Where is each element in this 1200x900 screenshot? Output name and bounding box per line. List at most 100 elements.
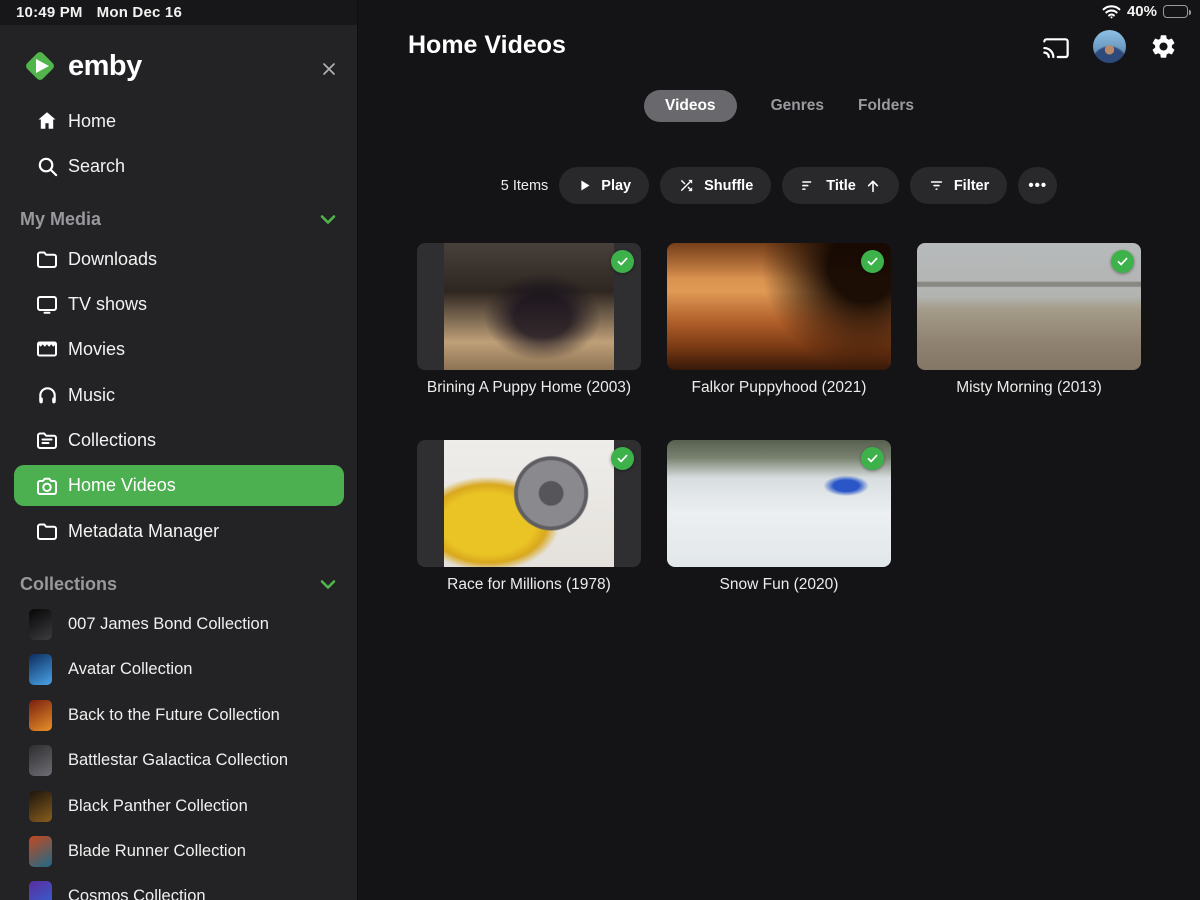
sidebar-item-home[interactable]: Home xyxy=(0,101,358,141)
sidebar-item-search[interactable]: Search xyxy=(0,146,358,186)
collection-item-007-james-bond[interactable]: 007 James Bond Collection xyxy=(0,604,358,644)
collection-poster-thumb xyxy=(29,609,52,640)
ellipsis-icon: ••• xyxy=(1028,177,1047,194)
close-sidebar-button[interactable] xyxy=(316,56,342,82)
sidebar-item-label: TV shows xyxy=(68,294,147,315)
video-card[interactable]: Brining A Puppy Home (2003) xyxy=(417,243,641,397)
collection-item-black-panther[interactable]: Black Panther Collection xyxy=(0,786,358,826)
video-thumbnail xyxy=(667,440,891,567)
section-header-my-media[interactable]: My Media xyxy=(0,201,358,237)
collection-poster-thumb xyxy=(29,791,52,822)
tab-folders[interactable]: Folders xyxy=(858,90,914,122)
watched-check-badge xyxy=(1111,250,1134,273)
shuffle-button[interactable]: Shuffle xyxy=(660,167,771,204)
sidebar-item-metadata-manager[interactable]: Metadata Manager xyxy=(0,511,358,551)
watched-check-badge xyxy=(861,447,884,470)
shuffle-label: Shuffle xyxy=(704,178,753,194)
collection-item-blade-runner[interactable]: Blade Runner Collection xyxy=(0,831,358,871)
watched-check-badge xyxy=(611,250,634,273)
video-thumbnail xyxy=(917,243,1141,370)
cast-icon xyxy=(1042,35,1070,59)
status-date: Mon Dec 16 xyxy=(97,4,182,21)
video-card[interactable]: Race for Millions (1978) xyxy=(417,440,641,594)
collection-poster-thumb xyxy=(29,836,52,867)
toolbar: 5 Items Play Shuffle Title Filter ••• xyxy=(358,167,1200,204)
filter-button[interactable]: Filter xyxy=(910,167,1007,204)
home-icon xyxy=(34,108,60,134)
collection-item-battlestar-galactica[interactable]: Battlestar Galactica Collection xyxy=(0,740,358,780)
tv-icon xyxy=(34,291,60,317)
collection-item-label: Battlestar Galactica Collection xyxy=(68,751,288,770)
collection-poster-thumb xyxy=(29,745,52,776)
emby-logo-text: emby xyxy=(68,50,142,83)
section-header-collections[interactable]: Collections xyxy=(0,566,358,602)
sidebar-item-label: Home xyxy=(68,111,116,132)
collection-item-label: 007 James Bond Collection xyxy=(68,615,269,634)
watched-check-badge xyxy=(861,250,884,273)
collection-item-label: Cosmos Collection xyxy=(68,887,206,900)
main-content: Home Videos Videos Genres Folders 5 Item… xyxy=(358,0,1200,900)
tab-genres[interactable]: Genres xyxy=(771,90,824,122)
collection-item-label: Blade Runner Collection xyxy=(68,842,246,861)
library-tabs: Videos Genres Folders xyxy=(358,90,1200,122)
sidebar-item-label: Music xyxy=(68,385,115,406)
sidebar-item-movies[interactable]: Movies xyxy=(0,329,358,369)
cast-button[interactable] xyxy=(1041,32,1071,62)
sidebar-item-music[interactable]: Music xyxy=(0,375,358,415)
video-title: Snow Fun (2020) xyxy=(667,576,891,594)
page-title: Home Videos xyxy=(408,31,566,60)
sidebar-item-tv-shows[interactable]: TV shows xyxy=(0,284,358,324)
close-icon xyxy=(319,59,339,79)
status-time: 10:49 PM xyxy=(16,4,83,21)
collection-item-label: Black Panther Collection xyxy=(68,797,248,816)
sidebar-item-label: Home Videos xyxy=(68,475,176,496)
gear-icon xyxy=(1150,33,1177,60)
collection-poster-thumb xyxy=(29,881,52,900)
tab-videos[interactable]: Videos xyxy=(644,90,737,122)
sort-button[interactable]: Title xyxy=(782,167,899,204)
sidebar-item-label: Search xyxy=(68,156,125,177)
collection-item-label: Back to the Future Collection xyxy=(68,706,280,725)
play-label: Play xyxy=(601,178,631,194)
emby-logo-icon xyxy=(20,46,60,86)
wifi-icon xyxy=(1102,4,1121,19)
folder-icon xyxy=(34,518,60,544)
sidebar-item-label: Downloads xyxy=(68,249,157,270)
shuffle-icon xyxy=(678,177,695,194)
sidebar-item-label: Movies xyxy=(68,339,125,360)
sort-lines-icon xyxy=(800,177,817,194)
emby-logo: emby xyxy=(20,46,142,86)
user-avatar[interactable] xyxy=(1093,30,1126,63)
video-title: Brining A Puppy Home (2003) xyxy=(417,379,641,397)
collection-item-back-to-the-future[interactable]: Back to the Future Collection xyxy=(0,695,358,735)
video-thumbnail xyxy=(417,243,641,370)
status-time-date: 10:49 PM Mon Dec 16 xyxy=(16,4,182,21)
video-card[interactable]: Falkor Puppyhood (2021) xyxy=(667,243,891,397)
camera-icon xyxy=(34,473,60,499)
collection-item-cosmos[interactable]: Cosmos Collection xyxy=(0,876,358,900)
video-thumbnail xyxy=(417,440,641,567)
more-button[interactable]: ••• xyxy=(1018,167,1057,204)
video-title: Race for Millions (1978) xyxy=(417,576,641,594)
play-button[interactable]: Play xyxy=(559,167,649,204)
battery-icon xyxy=(1163,5,1188,18)
sidebar-item-label: Collections xyxy=(68,430,156,451)
video-card[interactable]: Snow Fun (2020) xyxy=(667,440,891,594)
video-card[interactable]: Misty Morning (2013) xyxy=(917,243,1141,397)
collection-item-avatar[interactable]: Avatar Collection xyxy=(0,649,358,689)
sidebar-item-home-videos-selected[interactable]: Home Videos xyxy=(14,465,344,506)
movie-clapper-icon xyxy=(34,336,60,362)
folder-icon xyxy=(34,246,60,272)
arrow-up-icon xyxy=(865,178,881,194)
sidebar-item-downloads[interactable]: Downloads xyxy=(0,239,358,279)
sidebar-item-collections[interactable]: Collections xyxy=(0,420,358,460)
video-title: Misty Morning (2013) xyxy=(917,379,1141,397)
filter-label: Filter xyxy=(954,178,989,194)
chevron-down-icon xyxy=(316,572,340,596)
battery-percent: 40% xyxy=(1127,3,1157,20)
collection-poster-thumb xyxy=(29,654,52,685)
video-grid: Brining A Puppy Home (2003) Falkor Puppy… xyxy=(417,243,1141,594)
headphones-icon xyxy=(34,382,60,408)
chevron-down-icon xyxy=(316,207,340,231)
settings-button[interactable] xyxy=(1148,32,1178,62)
